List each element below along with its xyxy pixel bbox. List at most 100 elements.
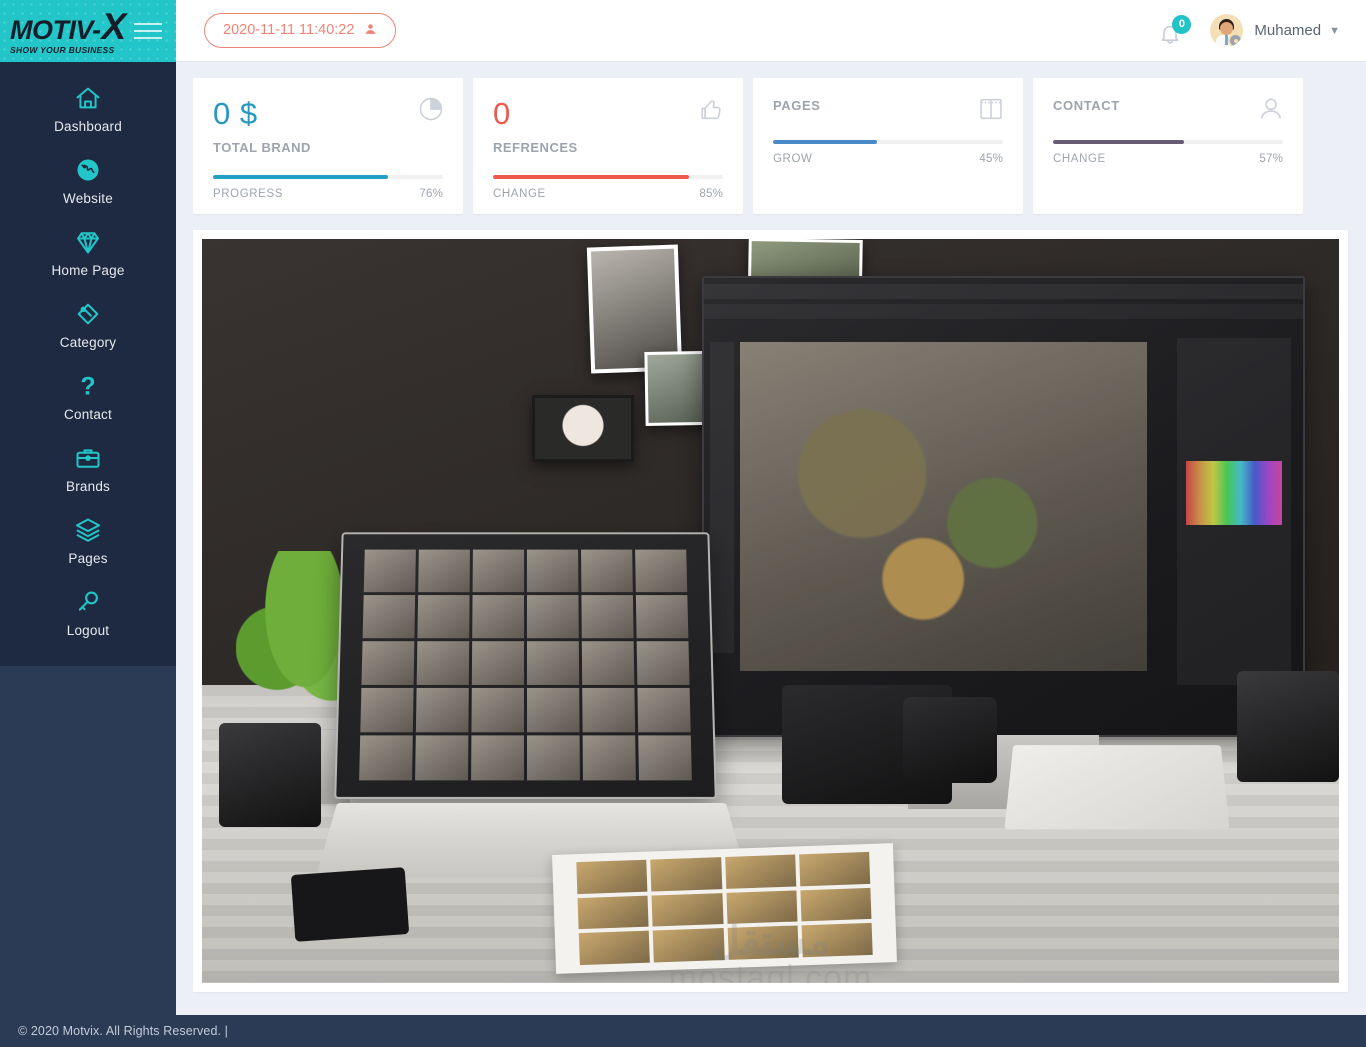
datetime-text: 2020-11-11 11:40:22	[223, 22, 355, 38]
photo-laptop	[334, 532, 718, 799]
briefcase-icon	[0, 444, 176, 474]
globe-icon	[0, 156, 176, 186]
logo-tagline: SHOW YOUR BUSINESS	[10, 44, 115, 55]
main-content: 0 $ TOTAL BRAND PROGRESS 76% 0 REFRENCES	[176, 62, 1366, 1015]
hamburger-line	[134, 23, 162, 25]
stat-card-value: 0 $	[213, 96, 258, 131]
avatar-tie	[1225, 35, 1229, 45]
home-icon	[0, 84, 176, 114]
thumbs-up-icon	[697, 95, 725, 128]
photo-printed-sheet	[552, 843, 898, 975]
progress-percent: 85%	[699, 188, 723, 200]
stat-cards-row: 0 $ TOTAL BRAND PROGRESS 76% 0 REFRENCES	[176, 62, 1366, 214]
progress-track	[1053, 140, 1283, 144]
progress-label: CHANGE	[1053, 153, 1106, 165]
logo-main-text: MOTIV- X	[10, 8, 126, 45]
user-menu[interactable]: Muhamed ▼	[1210, 14, 1340, 47]
progress-percent: 76%	[419, 188, 443, 200]
photo-lens-left	[219, 722, 322, 827]
stat-card-refrences[interactable]: 0 REFRENCES CHANGE 85%	[473, 78, 743, 214]
monitor-canvas	[740, 342, 1148, 672]
columns-icon	[977, 95, 1005, 128]
print-grid	[576, 852, 874, 965]
stat-card-subtitle: TOTAL BRAND	[213, 140, 311, 155]
layers-icon	[0, 516, 176, 546]
sidebar-item-label: Website	[63, 191, 113, 206]
progress-percent: 57%	[1259, 153, 1283, 165]
sidebar-item-dashboard[interactable]: Dashboard	[0, 72, 176, 144]
diamond-icon	[0, 228, 176, 258]
progress-fill	[213, 175, 388, 179]
hamburger-line	[134, 30, 162, 32]
wall-photo	[531, 395, 635, 463]
avatar	[1210, 14, 1244, 47]
footer-copyright: © 2020 Motvix. All Rights Reserved. |	[18, 1024, 228, 1038]
stat-card-total-brand[interactable]: 0 $ TOTAL BRAND PROGRESS 76%	[193, 78, 463, 214]
progress-meta: CHANGE 57%	[1053, 153, 1283, 165]
stat-card-pages[interactable]: PAGES GROW 45%	[753, 78, 1023, 214]
progress-label: PROGRESS	[213, 188, 283, 200]
photo-tablet	[1004, 745, 1230, 830]
svg-text:?: ?	[80, 373, 95, 400]
notification-count-badge: 0	[1172, 14, 1192, 34]
sidebar-item-home-page[interactable]: Home Page	[0, 216, 176, 288]
photo-monitor	[702, 276, 1305, 809]
top-header: 2020-11-11 11:40:22 0 Muhamed ▼	[176, 0, 1366, 62]
brand-logo[interactable]: MOTIV- X SHOW YOUR BUSINESS	[10, 8, 126, 55]
progress-meta: GROW 45%	[773, 153, 1003, 165]
avatar-face	[1220, 22, 1234, 35]
header-right-group: 0 Muhamed ▼	[1158, 14, 1340, 47]
progress-fill	[1053, 140, 1185, 144]
key-icon	[0, 588, 176, 618]
hero-image-panel: مستقل mostaql.com	[193, 230, 1348, 992]
chevron-down-icon: ▼	[1329, 24, 1340, 37]
user-small-icon	[364, 22, 377, 38]
pie-chart-icon	[417, 95, 445, 128]
progress-meta: PROGRESS 76%	[213, 188, 443, 200]
hamburger-menu-icon[interactable]	[134, 23, 162, 39]
stat-card-title: PAGES	[773, 98, 821, 113]
monitor-color-swatches	[1186, 461, 1282, 526]
progress-track	[213, 175, 443, 179]
photo-camera	[781, 685, 997, 805]
stat-card-subtitle: REFRENCES	[493, 140, 578, 155]
footer: © 2020 Motvix. All Rights Reserved. |	[0, 1015, 1366, 1047]
sidebar-item-label: Category	[59, 335, 117, 350]
stat-card-value: 0	[493, 96, 511, 131]
sidebar-item-pages[interactable]: Pages	[0, 504, 176, 576]
sidebar-item-label: Logout	[66, 623, 110, 638]
sidebar-item-label: Pages	[68, 551, 108, 566]
stat-card-contact[interactable]: CONTACT CHANGE 57%	[1033, 78, 1303, 214]
progress-fill	[493, 175, 689, 179]
tag-icon	[0, 300, 176, 330]
gear-icon	[1230, 35, 1242, 46]
sidebar-item-website[interactable]: Website	[0, 144, 176, 216]
notifications-button[interactable]: 0	[1158, 14, 1192, 46]
logo-text: MOTIV-	[10, 14, 101, 45]
user-outline-icon	[1257, 95, 1285, 128]
question-mark-icon: ?	[0, 372, 176, 402]
logo-header: MOTIV- X SHOW YOUR BUSINESS	[0, 0, 176, 62]
progress-percent: 45%	[979, 153, 1003, 165]
dashboard-page: MOTIV- X SHOW YOUR BUSINESS Dashboard We…	[0, 0, 1366, 1047]
stat-card-title: CONTACT	[1053, 98, 1120, 113]
sidebar: MOTIV- X SHOW YOUR BUSINESS Dashboard We…	[0, 0, 176, 1047]
progress-label: CHANGE	[493, 188, 546, 200]
hero-image: مستقل mostaql.com	[202, 239, 1339, 983]
hamburger-line	[134, 37, 162, 39]
progress-track	[773, 140, 1003, 144]
sidebar-item-brands[interactable]: Brands	[0, 432, 176, 504]
sidebar-item-label: Brands	[66, 479, 110, 494]
sidebar-nav: Dashboard Website Home Page Category ? C…	[0, 62, 176, 666]
sidebar-item-contact[interactable]: ? Contact	[0, 360, 176, 432]
datetime-badge[interactable]: 2020-11-11 11:40:22	[204, 13, 397, 48]
sidebar-item-category[interactable]: Category	[0, 288, 176, 360]
photo-lens-right	[1236, 670, 1339, 783]
sidebar-item-logout[interactable]: Logout	[0, 576, 176, 648]
monitor-toolbar	[710, 342, 735, 654]
user-name-label: Muhamed	[1254, 22, 1322, 39]
progress-track	[493, 175, 723, 179]
main-bottom-spacer	[176, 998, 1366, 1015]
photo-phone	[290, 867, 409, 943]
sidebar-item-label: Contact	[64, 407, 112, 422]
